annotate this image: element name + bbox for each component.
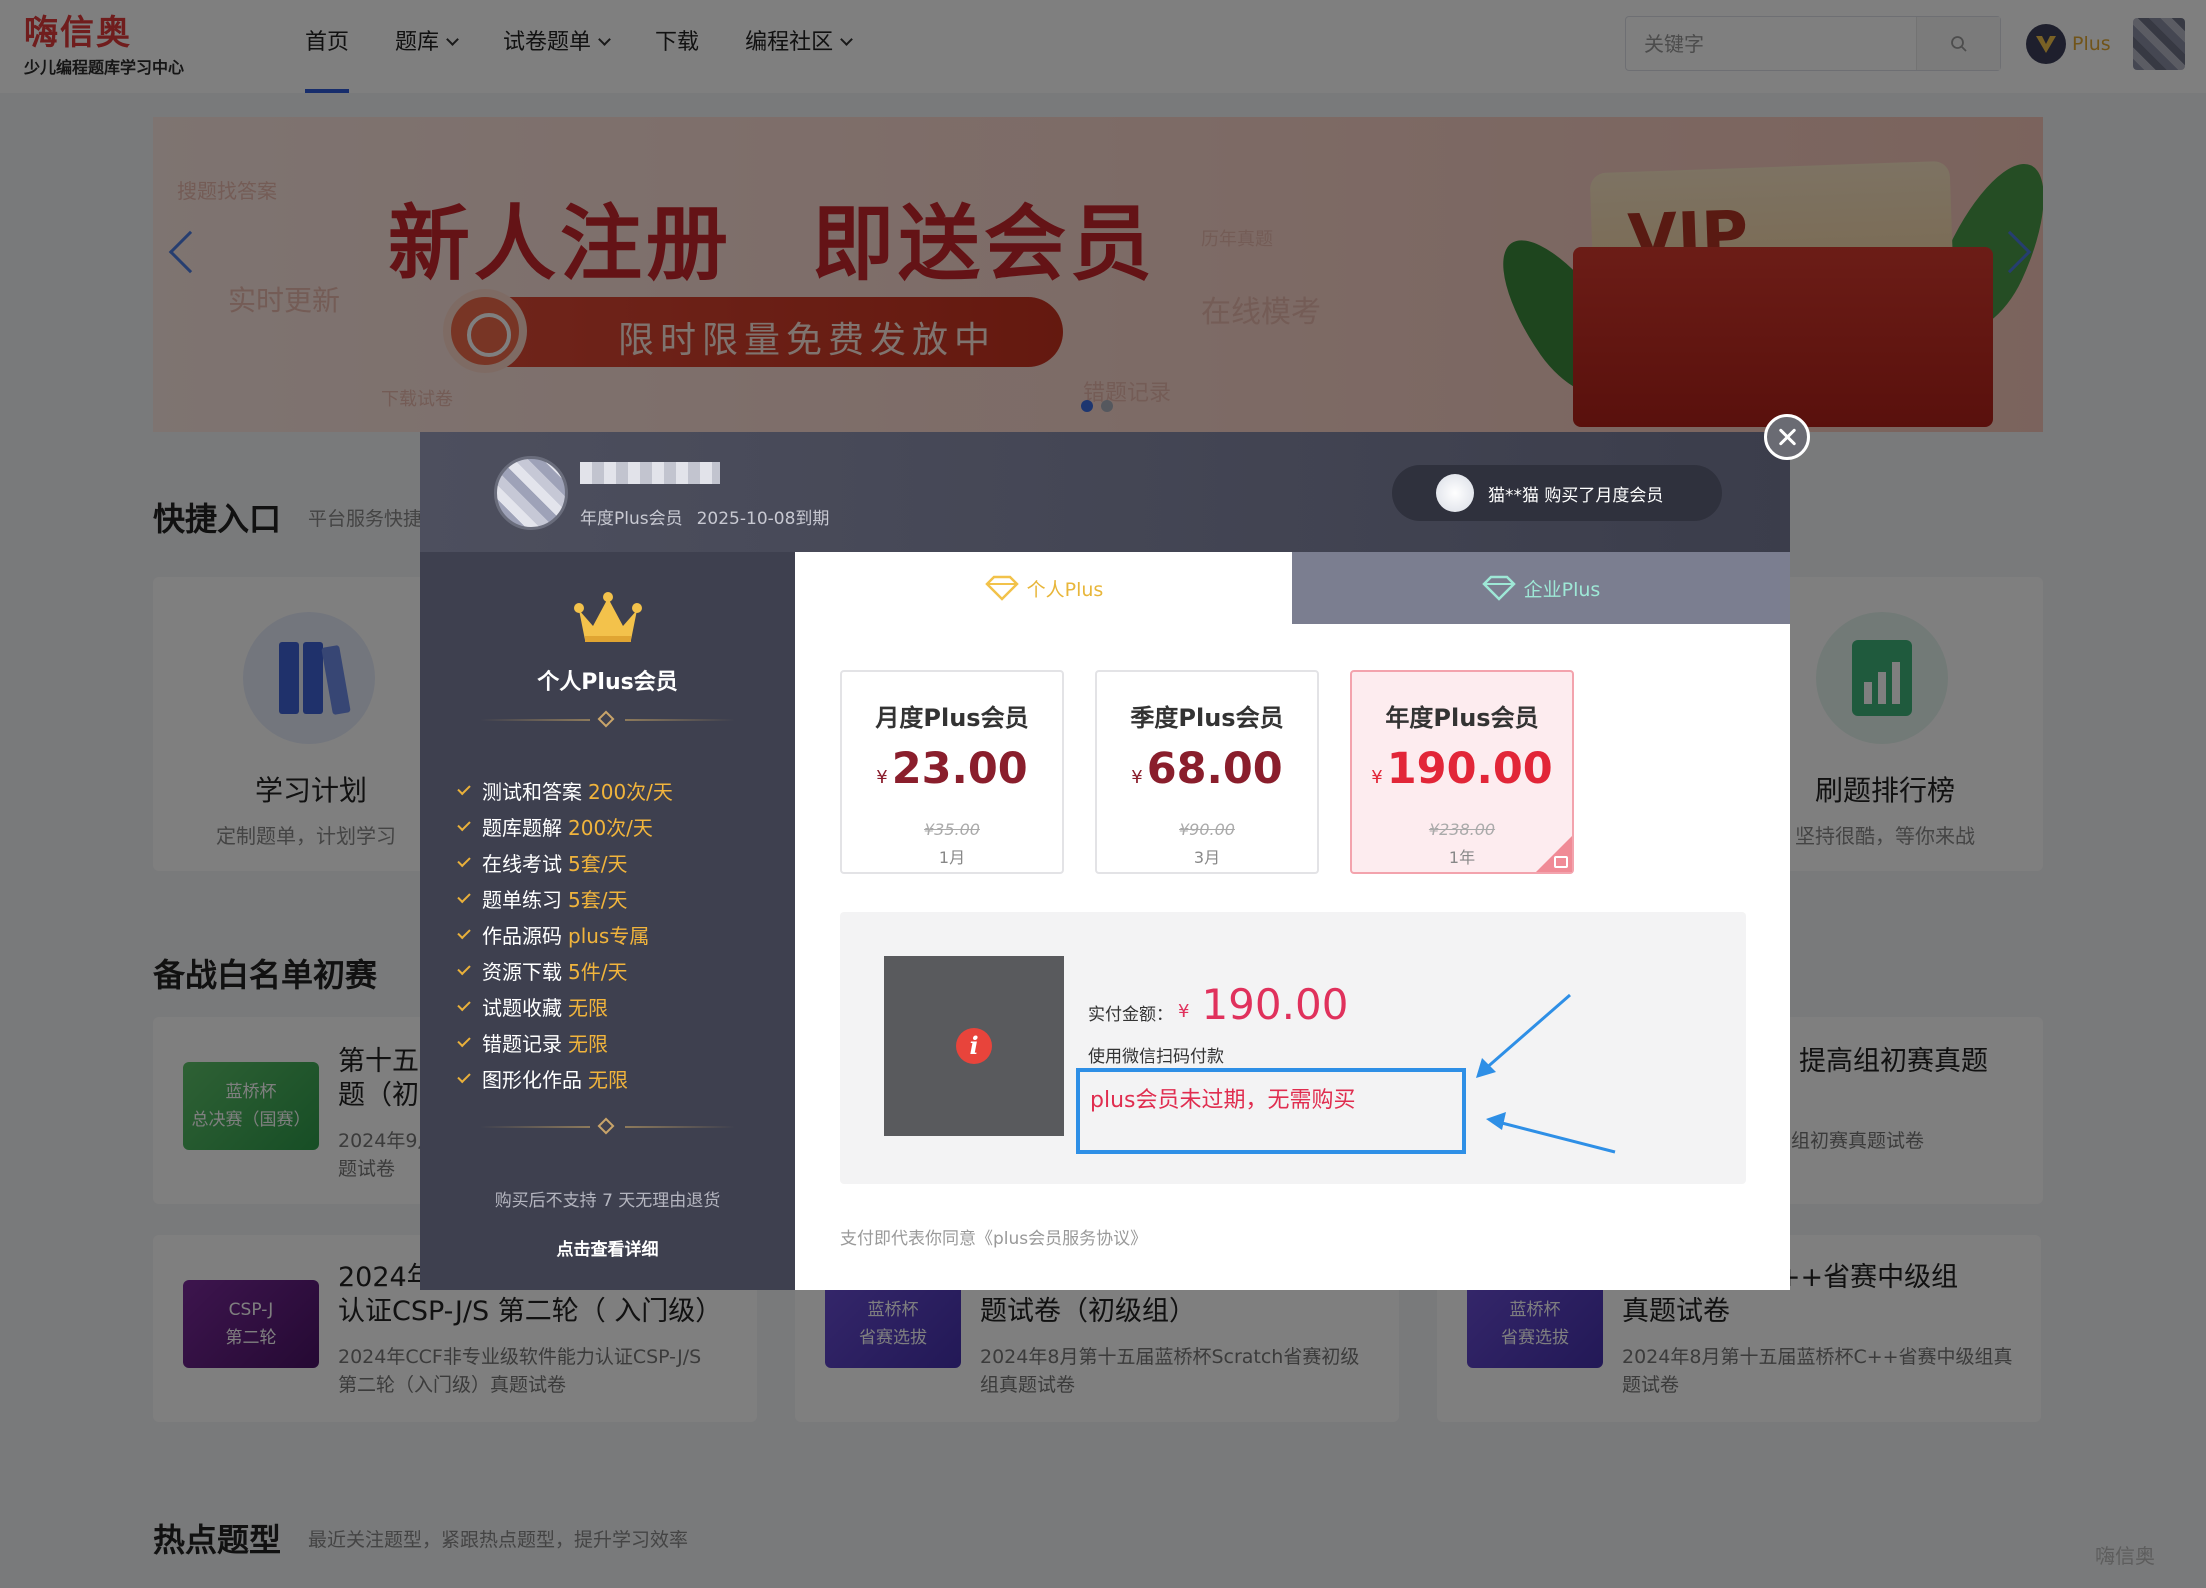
annotation-arrow xyxy=(1483,993,1571,1072)
arrow-head xyxy=(1486,1112,1506,1130)
annotation-arrow xyxy=(1497,1120,1616,1154)
annotation-arrows xyxy=(1476,993,1616,1154)
